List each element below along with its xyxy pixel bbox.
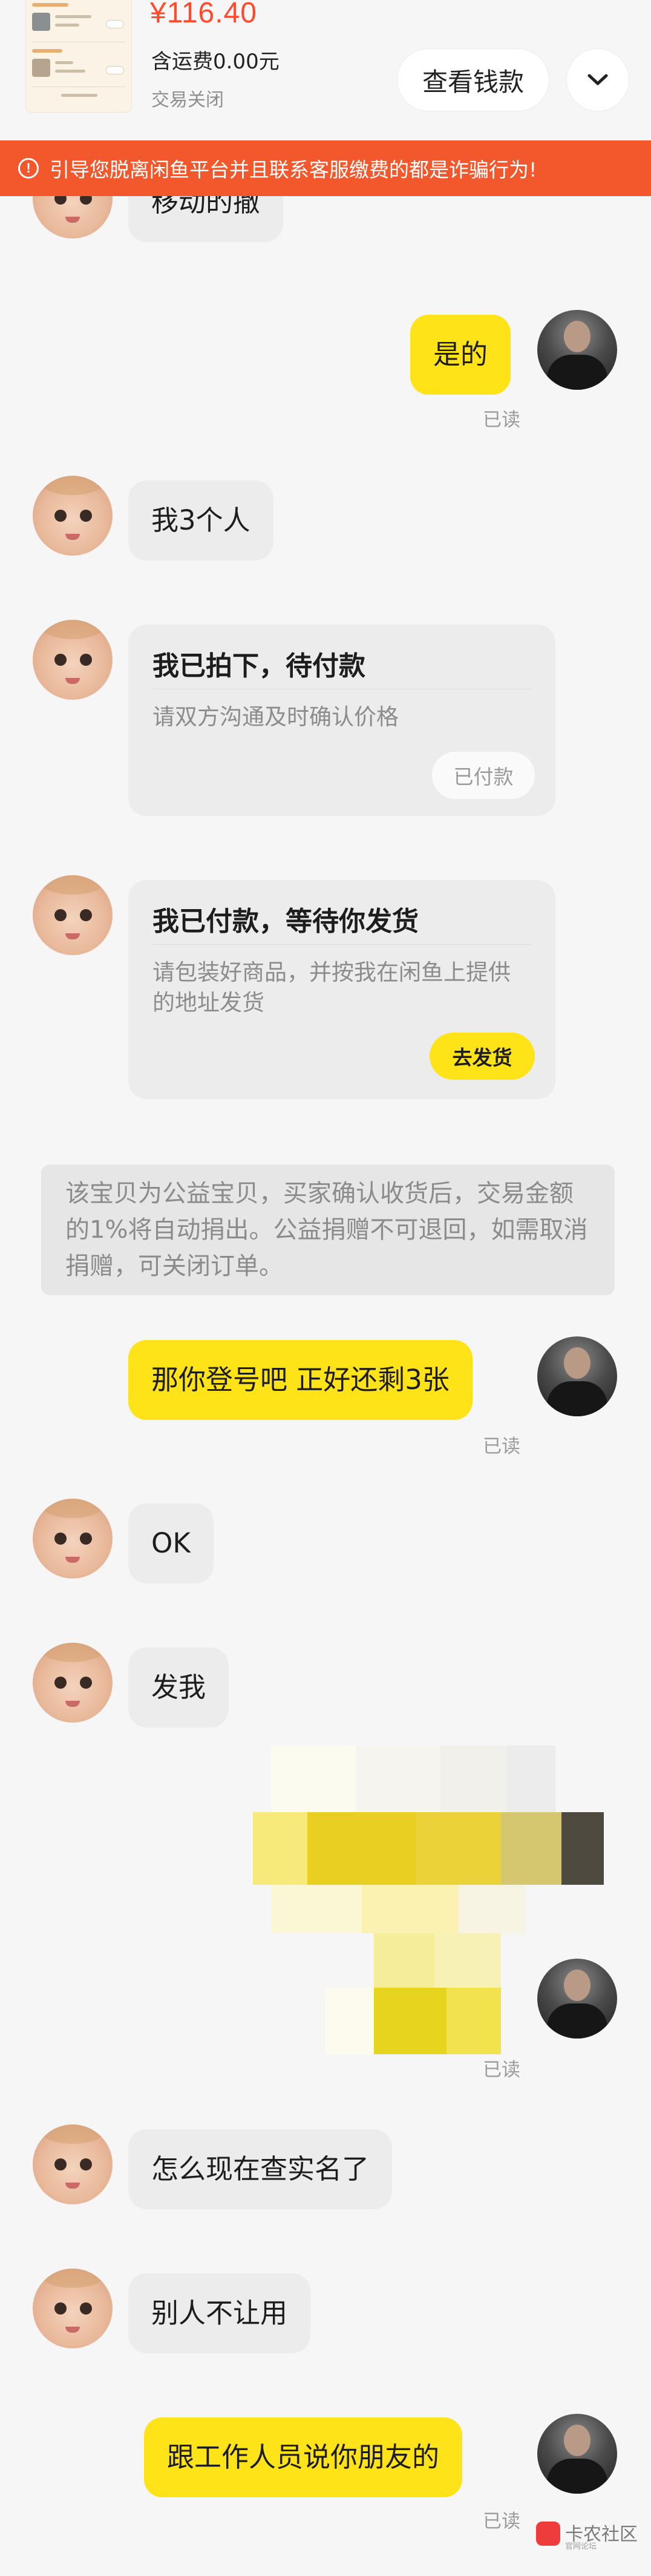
card-divider — [152, 944, 531, 945]
message-incoming[interactable]: 别人不让用 — [128, 2273, 311, 2353]
my-avatar[interactable] — [537, 1336, 617, 1416]
thumb-row — [32, 9, 126, 37]
message-incoming[interactable]: 发我 — [128, 1648, 229, 1727]
seller-avatar[interactable] — [33, 2124, 113, 2204]
fraud-warning-banner: ! 引导您脱离闲鱼平台并且联系客服缴费的都是诈骗行为! — [0, 140, 651, 196]
card-title: 我已拍下，待付款 — [152, 651, 365, 682]
order-thumbnail[interactable] — [25, 0, 132, 113]
my-avatar[interactable] — [537, 310, 617, 390]
my-avatar[interactable] — [537, 1959, 617, 2039]
fraud-warning-text: 引导您脱离闲鱼平台并且联系客服缴费的都是诈骗行为! — [50, 158, 537, 182]
my-avatar[interactable] — [537, 2414, 617, 2494]
read-receipt: 已读 — [483, 2511, 520, 2532]
order-status-card[interactable]: 我已拍下，待付款 请双方沟通及时确认价格 已付款 — [128, 625, 555, 816]
order-status-card[interactable]: 我已付款，等待你发货 请包装好商品，并按我在闲鱼上提供的地址发货 去发货 — [128, 880, 555, 1099]
order-header: ¥116.40 含运费0.00元 交易关闭 查看钱款 — [0, 0, 651, 140]
seller-avatar[interactable] — [33, 875, 113, 955]
message-outgoing[interactable]: 那你登号吧 正好还剩3张 — [128, 1340, 473, 1420]
card-description: 请双方沟通及时确认价格 — [152, 704, 399, 730]
site-watermark: 卡农社区 官网论坛 — [536, 2517, 645, 2553]
seller-avatar[interactable] — [33, 196, 113, 238]
seller-avatar[interactable] — [33, 1499, 113, 1579]
charity-notice: 该宝贝为公益宝贝，买家确认收货后，交易金额的1%将自动捐出。公益捐赠不可退回，如… — [41, 1165, 615, 1295]
seller-avatar[interactable] — [33, 476, 113, 556]
read-receipt: 已读 — [483, 2059, 520, 2081]
ship-now-button[interactable]: 去发货 — [430, 1033, 535, 1080]
card-description: 请包装好商品，并按我在闲鱼上提供的地址发货 — [152, 959, 511, 1016]
seller-avatar[interactable] — [33, 2269, 113, 2348]
watermark-logo-icon — [536, 2522, 560, 2546]
thumb-header-line — [32, 3, 68, 7]
message-incoming[interactable]: 我3个人 — [128, 481, 273, 560]
thumb-header-line — [32, 49, 62, 53]
message-incoming[interactable]: OK — [128, 1503, 214, 1583]
card-title: 我已付款，等待你发货 — [152, 906, 419, 937]
shipping-fee: 含运费0.00元 — [151, 50, 280, 74]
watermark-subtext: 官网论坛 — [565, 2542, 597, 2551]
read-receipt: 已读 — [483, 409, 520, 431]
message-outgoing[interactable]: 跟工作人员说你朋友的 — [144, 2417, 463, 2497]
seller-avatar[interactable] — [33, 620, 113, 700]
view-money-button[interactable]: 查看钱款 — [397, 48, 549, 111]
order-price: ¥116.40 — [150, 0, 257, 29]
chat-thread[interactable]: 移动的撤 是的 已读 我3个人 我已拍下，待付款 请双方沟通及时确认价格 已付款… — [0, 196, 651, 2576]
info-circle-icon: ! — [18, 158, 39, 179]
paid-button[interactable]: 已付款 — [432, 752, 535, 799]
seller-avatar[interactable] — [33, 1643, 113, 1723]
message-incoming[interactable]: 移动的撤 — [128, 196, 284, 242]
expand-button[interactable] — [566, 48, 629, 111]
thumb-footer-line — [61, 94, 97, 97]
trade-status: 交易关闭 — [151, 90, 224, 111]
message-outgoing[interactable]: 是的 — [410, 315, 511, 395]
read-receipt: 已读 — [483, 1436, 520, 1457]
chevron-down-icon — [587, 74, 608, 85]
message-incoming[interactable]: 怎么现在查实名了 — [128, 2129, 393, 2209]
thumb-row — [32, 55, 126, 83]
